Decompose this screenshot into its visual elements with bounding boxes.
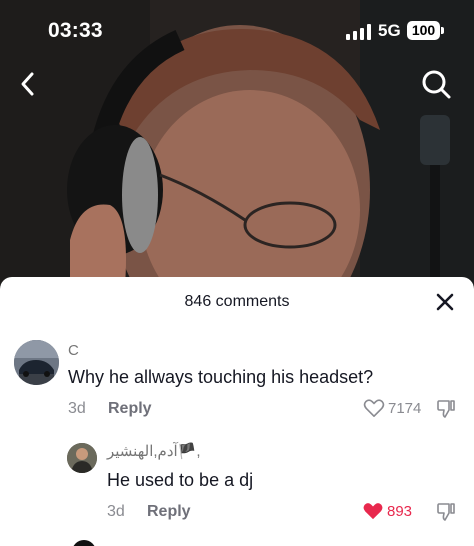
comment-username[interactable]: C	[68, 342, 79, 359]
battery-tip	[441, 27, 444, 34]
thumbs-down-icon[interactable]	[436, 399, 456, 419]
reply-button[interactable]: Reply	[147, 503, 191, 521]
comment-text: Why he allways touching his headset?	[68, 367, 374, 387]
person-avatar-image	[67, 443, 97, 473]
chevron-left-icon[interactable]	[14, 68, 42, 100]
comment-age: 3d	[68, 400, 86, 417]
network-type: 5G	[378, 21, 401, 40]
avatar[interactable]	[72, 540, 96, 546]
cellular-signal-icon	[346, 24, 371, 40]
reply-text: He used to be a dj	[107, 470, 254, 490]
reply-age: 3d	[107, 503, 125, 520]
avatar[interactable]	[67, 443, 97, 473]
car-avatar-image	[14, 340, 59, 385]
heart-outline-icon[interactable]	[363, 398, 385, 418]
status-time: 03:33	[48, 19, 103, 42]
reply-username[interactable]: آدم,الهنشير🏴,	[107, 442, 201, 460]
close-icon[interactable]	[432, 289, 458, 315]
status-bar: 03:33 5G 100	[0, 0, 474, 64]
comments-count-title: 846 comments	[184, 293, 290, 310]
comments-sheet: 846 comments C Why he allways touching h…	[0, 277, 474, 546]
avatar[interactable]	[14, 340, 59, 385]
heart-filled-icon[interactable]	[362, 501, 384, 521]
thumbs-down-icon[interactable]	[436, 502, 456, 522]
search-icon[interactable]	[420, 68, 452, 100]
like-count: 893	[387, 503, 413, 520]
battery-indicator: 100	[407, 21, 440, 40]
like-count: 7174	[388, 400, 422, 417]
reply-button[interactable]: Reply	[108, 400, 152, 418]
